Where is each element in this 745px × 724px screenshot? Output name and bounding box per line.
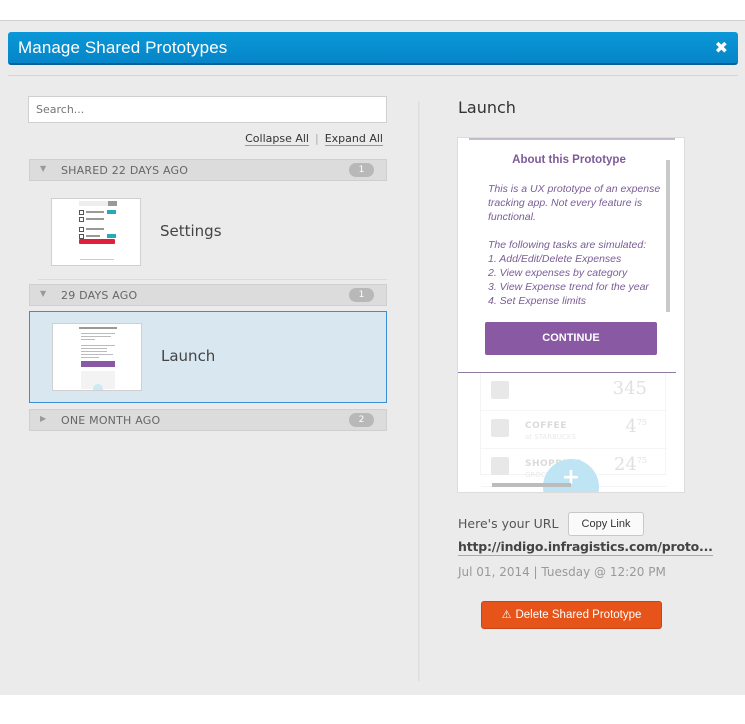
about-text: This is a UX prototype of an expense tra…: [488, 182, 668, 308]
prototype-item-launch[interactable]: Launch: [29, 311, 387, 403]
warning-icon: ⚠: [501, 609, 512, 621]
expand-all-link[interactable]: Expand All: [324, 132, 383, 146]
prototype-item-settings[interactable]: Settings: [29, 187, 387, 279]
title-divider: [8, 75, 738, 76]
expense-amount: 345: [612, 378, 647, 399]
settings-thumbnail: [51, 198, 141, 266]
group-label: 29 DAYS AGO: [61, 289, 138, 302]
expense-amount: 475: [625, 416, 647, 437]
shared-url-link[interactable]: http://indigo.infragistics.com/proto...: [458, 539, 713, 556]
collapse-arrow-icon: ▼: [40, 289, 47, 298]
about-title: About this Prototype: [512, 154, 626, 166]
link-separator: |: [315, 132, 319, 145]
prototype-name: Launch: [161, 347, 216, 365]
expand-arrow-icon: ▶: [40, 414, 47, 423]
collapse-all-link[interactable]: Collapse All: [245, 132, 309, 146]
expense-amount: 2475: [613, 454, 647, 475]
expense-row: 345: [481, 373, 667, 411]
group-label: SHARED 22 DAYS AGO: [61, 164, 189, 177]
url-label: Here's your URL: [458, 516, 559, 531]
copy-link-button[interactable]: Copy Link: [568, 512, 644, 536]
collapse-arrow-icon: ▼: [40, 164, 47, 173]
delete-label: Delete Shared Prototype: [515, 609, 642, 621]
shared-date: Jul 01, 2014 | Tuesday @ 12:20 PM: [458, 565, 666, 579]
task-item: 3. View Expense trend for the year: [488, 281, 649, 293]
search-input[interactable]: [28, 96, 387, 123]
column-divider: [418, 101, 420, 681]
group-header-one-month-ago[interactable]: ▶ ONE MONTH AGO 2: [29, 409, 387, 431]
delete-shared-prototype-button[interactable]: ⚠ Delete Shared Prototype: [481, 601, 662, 629]
close-icon[interactable]: ✖: [715, 38, 728, 57]
count-badge: 1: [349, 288, 374, 302]
top-strip: [0, 0, 745, 21]
manage-shared-prototypes-dialog: Manage Shared Prototypes ✖ Collapse All |…: [0, 21, 745, 695]
tasks-intro: The following tasks are simulated:: [488, 239, 647, 251]
continue-button[interactable]: CONTINUE: [485, 322, 657, 355]
group-label: ONE MONTH AGO: [61, 414, 161, 427]
group-header-shared-22-days-ago[interactable]: ▼ SHARED 22 DAYS AGO 1: [29, 159, 387, 181]
count-badge: 2: [349, 413, 374, 427]
preview-horizontal-scrollbar[interactable]: [492, 483, 571, 487]
item-separator: [38, 279, 387, 280]
task-item: 2. View expenses by category: [488, 267, 628, 279]
task-item: 4. Set Expense limits: [488, 295, 587, 307]
launch-thumbnail: [52, 323, 142, 391]
collapse-expand-links: Collapse All | Expand All: [245, 132, 383, 146]
count-badge: 1: [349, 163, 374, 177]
pencil-icon: [491, 381, 509, 399]
about-paragraph: This is a UX prototype of an expense tra…: [488, 183, 661, 223]
coffee-cup-icon: [491, 419, 509, 437]
preview-top-line: [469, 138, 675, 140]
prototype-preview: About this Prototype This is a UX protot…: [457, 137, 685, 493]
prototype-name: Settings: [160, 222, 222, 240]
shopping-bag-icon: [491, 457, 509, 475]
task-item: 1. Add/Edit/Delete Expenses: [488, 253, 622, 265]
group-header-29-days-ago[interactable]: ▼ 29 DAYS AGO 1: [29, 284, 387, 306]
detail-title: Launch: [458, 98, 516, 117]
expense-row: COFFEE at STARBUCKS 475: [481, 411, 667, 449]
preview-vertical-scrollbar[interactable]: [666, 160, 670, 312]
expense-subtitle: at STARBUCKS: [525, 433, 576, 441]
expense-category: COFFEE: [525, 421, 567, 431]
dialog-title-bar: Manage Shared Prototypes ✖: [8, 32, 738, 65]
dialog-title: Manage Shared Prototypes: [18, 38, 228, 57]
